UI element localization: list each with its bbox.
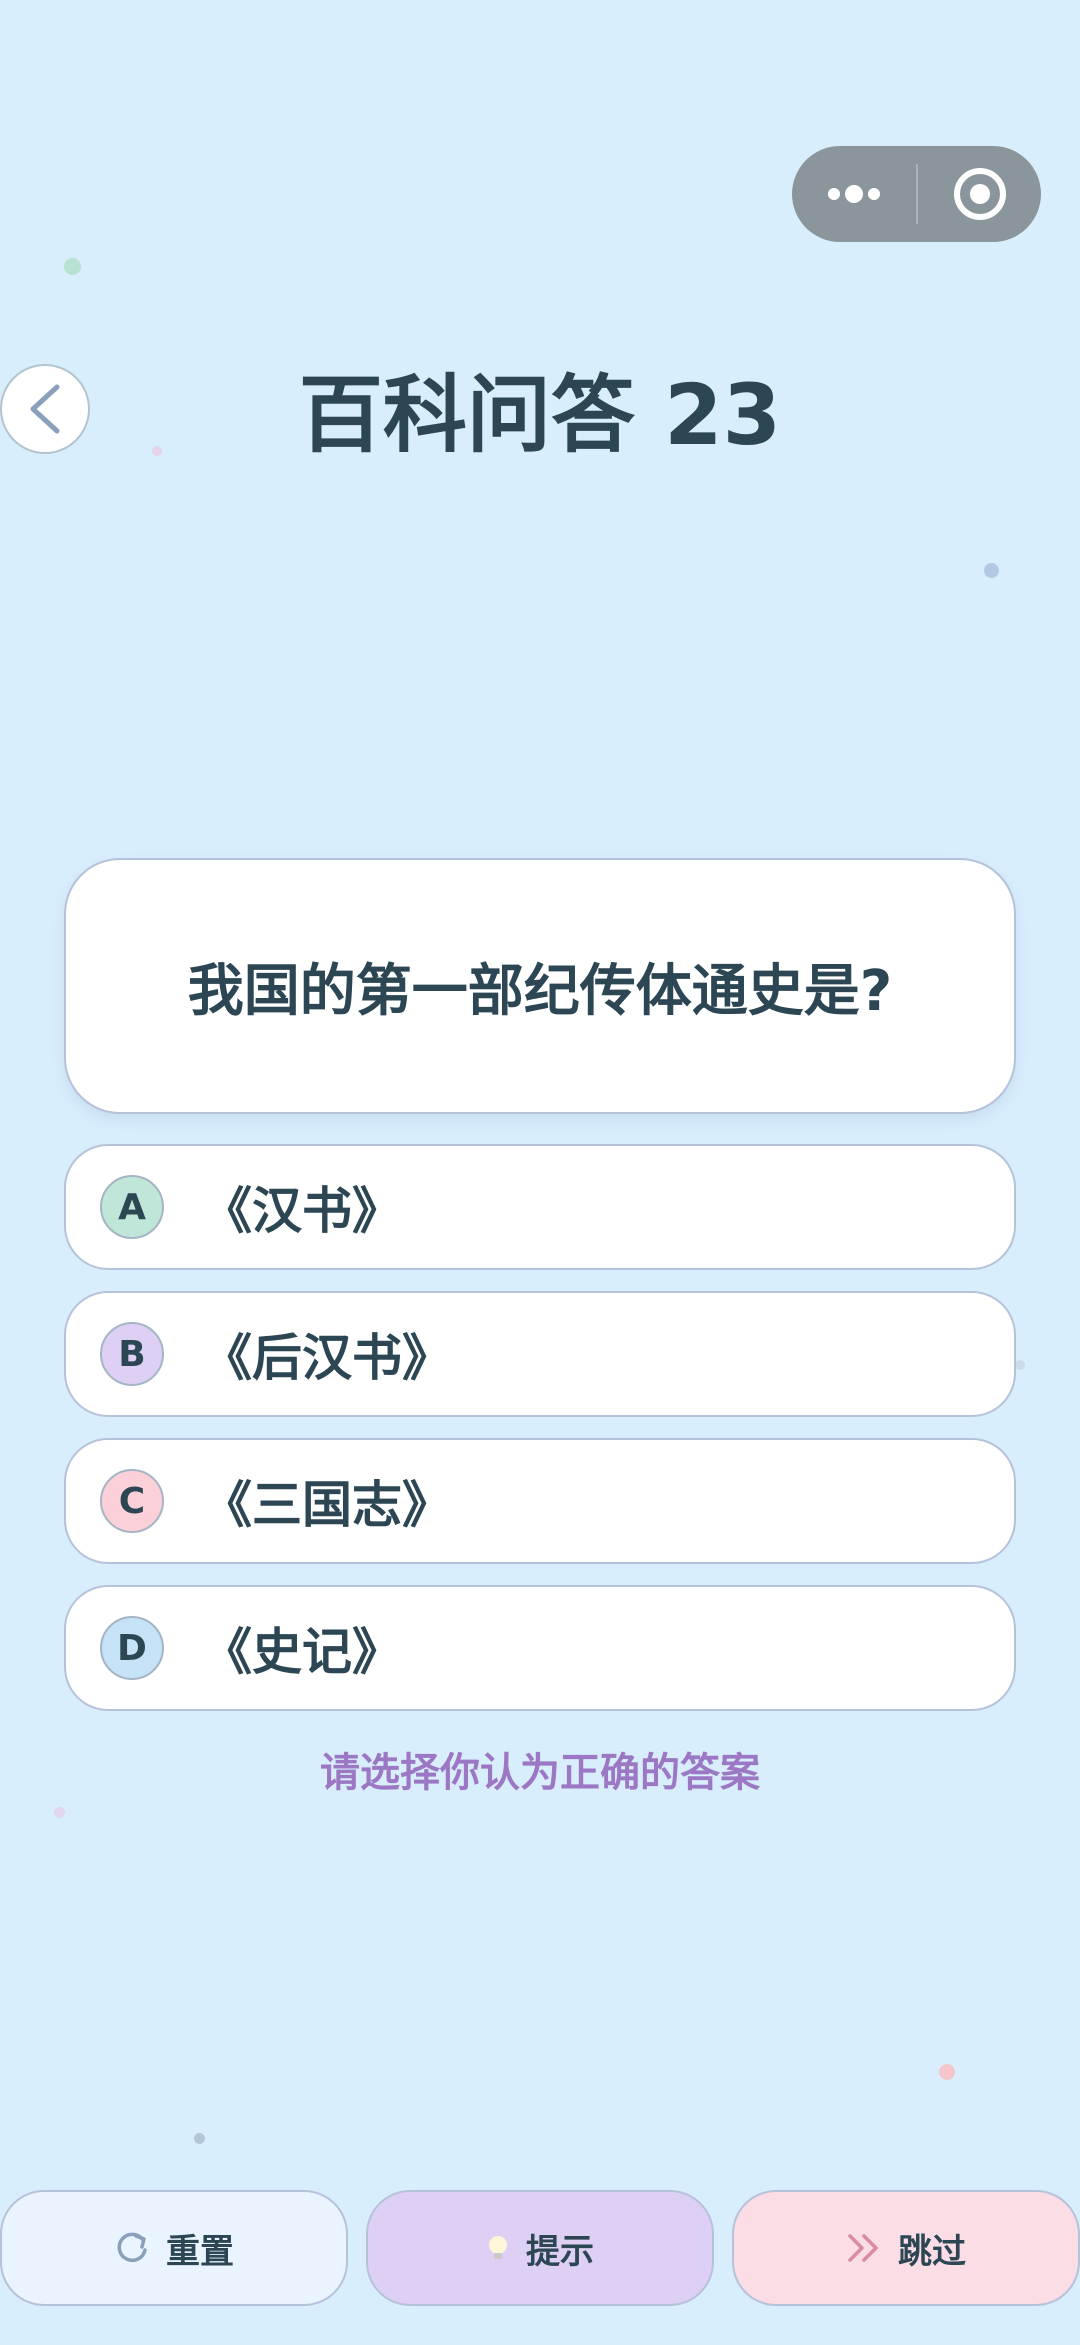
decorative-dot	[64, 258, 81, 275]
refresh-icon	[114, 2230, 150, 2266]
option-text: 《后汉书》	[202, 1329, 452, 1387]
quiz-page: 百科问答 23 我国的第一部纪传体通史是? A 《汉书》 B 《后汉书》 C 《…	[0, 0, 1080, 2345]
decorative-dot	[1015, 1360, 1025, 1370]
option-b[interactable]: B 《后汉书》	[64, 1291, 1016, 1417]
option-text: 《三国志》	[202, 1476, 452, 1534]
hint-button[interactable]: 提示	[366, 2190, 714, 2306]
reset-label: 重置	[166, 2231, 234, 2272]
option-letter-badge: C	[100, 1469, 164, 1533]
more-dots-icon[interactable]	[792, 146, 916, 242]
decorative-dot	[54, 1807, 65, 1818]
target-circle-icon[interactable]	[918, 146, 1041, 242]
answer-prompt: 请选择你认为正确的答案	[320, 1750, 760, 1796]
skip-button[interactable]: 跳过	[732, 2190, 1080, 2306]
option-a[interactable]: A 《汉书》	[64, 1144, 1016, 1270]
option-letter-badge: D	[100, 1616, 164, 1680]
option-text: 《汉书》	[202, 1182, 402, 1240]
decorative-dot	[939, 2064, 955, 2080]
decorative-dot	[984, 563, 999, 578]
reset-button[interactable]: 重置	[0, 2190, 348, 2306]
double-chevron-right-icon	[846, 2232, 882, 2264]
hint-label: 提示	[526, 2231, 594, 2272]
option-letter-badge: A	[100, 1175, 164, 1239]
option-d[interactable]: D 《史记》	[64, 1585, 1016, 1711]
question-card: 我国的第一部纪传体通史是?	[64, 858, 1016, 1114]
skip-label: 跳过	[898, 2231, 966, 2272]
lightbulb-icon	[486, 2233, 510, 2263]
decorative-dot	[194, 2133, 205, 2144]
question-text: 我国的第一部纪传体通史是?	[187, 958, 893, 1024]
option-letter-badge: B	[100, 1322, 164, 1386]
mini-program-capsule	[792, 146, 1041, 242]
page-title: 百科问答 23	[298, 366, 782, 464]
option-text: 《史记》	[202, 1623, 402, 1681]
option-c[interactable]: C 《三国志》	[64, 1438, 1016, 1564]
